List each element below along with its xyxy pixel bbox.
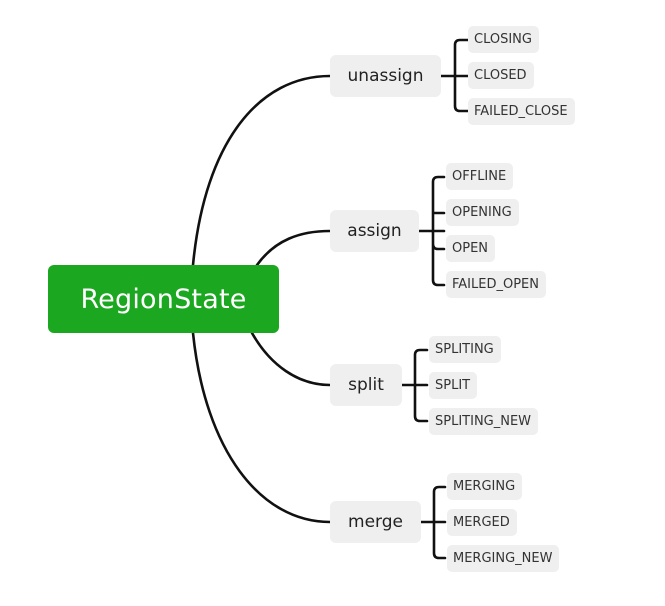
leaf-node-failed-close[interactable]: FAILED_CLOSE (468, 98, 575, 125)
leaf-node-failed-open[interactable]: FAILED_OPEN (446, 271, 546, 298)
connector-root-unassign (191, 74, 332, 267)
leaf-node-label: SPLITING (435, 342, 494, 357)
root-node[interactable]: RegionState (48, 265, 279, 333)
leaf-node-split[interactable]: SPLIT (429, 372, 478, 399)
leaf-node-label: CLOSING (474, 32, 532, 47)
leaf-node-merging[interactable]: MERGING (447, 473, 523, 500)
connector-root-merge (191, 331, 332, 524)
branch-node-assign[interactable]: assign (330, 210, 419, 252)
leaf-node-label: MERGING_NEW (453, 551, 553, 566)
leaf-node-label: SPLITING_NEW (435, 414, 532, 429)
leaf-node-closing[interactable]: CLOSING (468, 26, 539, 53)
leaf-node-label: FAILED_CLOSE (474, 104, 568, 119)
leaf-node-spliting-new[interactable]: SPLITING_NEW (429, 408, 539, 435)
leaf-node-merging-new[interactable]: MERGING_NEW (447, 545, 560, 572)
connector-unassign-children (439, 38, 470, 113)
leaf-node-merged[interactable]: MERGED (447, 509, 517, 536)
leaf-node-label: SPLIT (435, 378, 471, 393)
branch-node-label: split (348, 375, 384, 395)
root-node-label: RegionState (80, 283, 247, 315)
branch-node-unassign[interactable]: unassign (330, 55, 441, 97)
connector-assign-children (417, 175, 446, 287)
branch-node-merge[interactable]: merge (330, 501, 421, 543)
branch-node-label: merge (348, 512, 403, 532)
leaf-node-label: FAILED_OPEN (452, 277, 539, 292)
leaf-node-offline[interactable]: OFFLINE (446, 163, 514, 190)
connector-root-split (250, 331, 332, 387)
connector-root-assign (255, 229, 332, 267)
leaf-node-label: OFFLINE (452, 169, 507, 184)
leaf-node-opening[interactable]: OPENING (446, 199, 519, 226)
leaf-node-spliting[interactable]: SPLITING (429, 336, 501, 363)
leaf-node-label: MERGING (453, 479, 516, 494)
leaf-node-open[interactable]: OPEN (446, 235, 496, 262)
connector-merge-children (419, 485, 447, 560)
leaf-node-label: MERGED (453, 515, 510, 530)
branch-node-label: assign (347, 221, 402, 241)
branch-node-label: unassign (347, 66, 424, 86)
leaf-node-closed[interactable]: CLOSED (468, 62, 534, 89)
leaf-node-label: OPEN (452, 241, 489, 256)
branch-node-split[interactable]: split (330, 364, 402, 406)
leaf-node-label: CLOSED (474, 68, 527, 83)
leaf-node-label: OPENING (452, 205, 512, 220)
connector-split-children (400, 348, 429, 423)
